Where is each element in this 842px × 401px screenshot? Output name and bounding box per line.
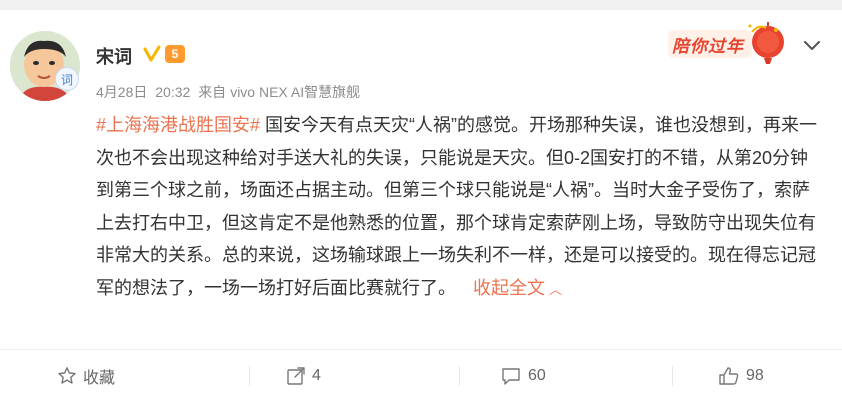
comment-count: 60 — [528, 367, 546, 384]
post-time[interactable]: 20:32 — [155, 84, 190, 100]
collapse-label: 收起全文 — [473, 277, 546, 298]
repost-button[interactable]: 4 — [286, 362, 321, 390]
action-separator — [672, 366, 673, 386]
post-body: 国安今天有点天灾“人祸”的感觉。开场那种失误，谁也没想到，再来一次也不会出现这种… — [96, 115, 818, 298]
post-date[interactable]: 4月28日 — [96, 84, 147, 100]
verified-icon[interactable] — [142, 44, 162, 64]
collapse-button[interactable]: 收起全文 ︿ — [473, 278, 562, 298]
action-separator — [459, 366, 460, 386]
hashtag-link[interactable]: #上海海港战胜国安# — [96, 115, 260, 135]
star-icon — [58, 367, 76, 384]
festival-label: 陪你过年 — [672, 37, 744, 56]
favorite-button[interactable]: 收藏 — [57, 362, 115, 390]
favorite-label: 收藏 — [83, 370, 116, 387]
thumbs-up-icon — [719, 367, 739, 385]
via-label: 来自 — [198, 84, 227, 100]
device-name: vivo NEX AI智慧旗舰 — [230, 84, 361, 100]
post-text: #上海海港战胜国安# 国安今天有点天灾“人祸”的感觉。开场那种失误，谁也没想到，… — [96, 109, 826, 306]
comment-button[interactable]: 60 — [500, 362, 546, 390]
comment-icon — [502, 368, 520, 385]
author-name[interactable]: 宋词 — [96, 43, 132, 69]
like-count: 98 — [746, 367, 764, 384]
repost-icon — [287, 367, 305, 385]
post-meta: 4月28日 20:32 来自 vivo NEX AI智慧旗舰 — [96, 82, 364, 102]
footer-divider — [0, 349, 842, 350]
action-separator — [249, 366, 250, 386]
repost-count: 4 — [312, 367, 321, 384]
like-button[interactable]: 98 — [718, 362, 764, 390]
more-options-button[interactable] — [800, 34, 824, 58]
chevron-down-icon — [804, 41, 820, 50]
avatar-badge: 词 — [55, 67, 79, 91]
chevron-up-icon: ︿ — [549, 281, 563, 297]
vip-icon[interactable]: 5 — [165, 45, 185, 63]
vip-level: 5 — [171, 47, 179, 61]
top-strip — [0, 0, 842, 10]
